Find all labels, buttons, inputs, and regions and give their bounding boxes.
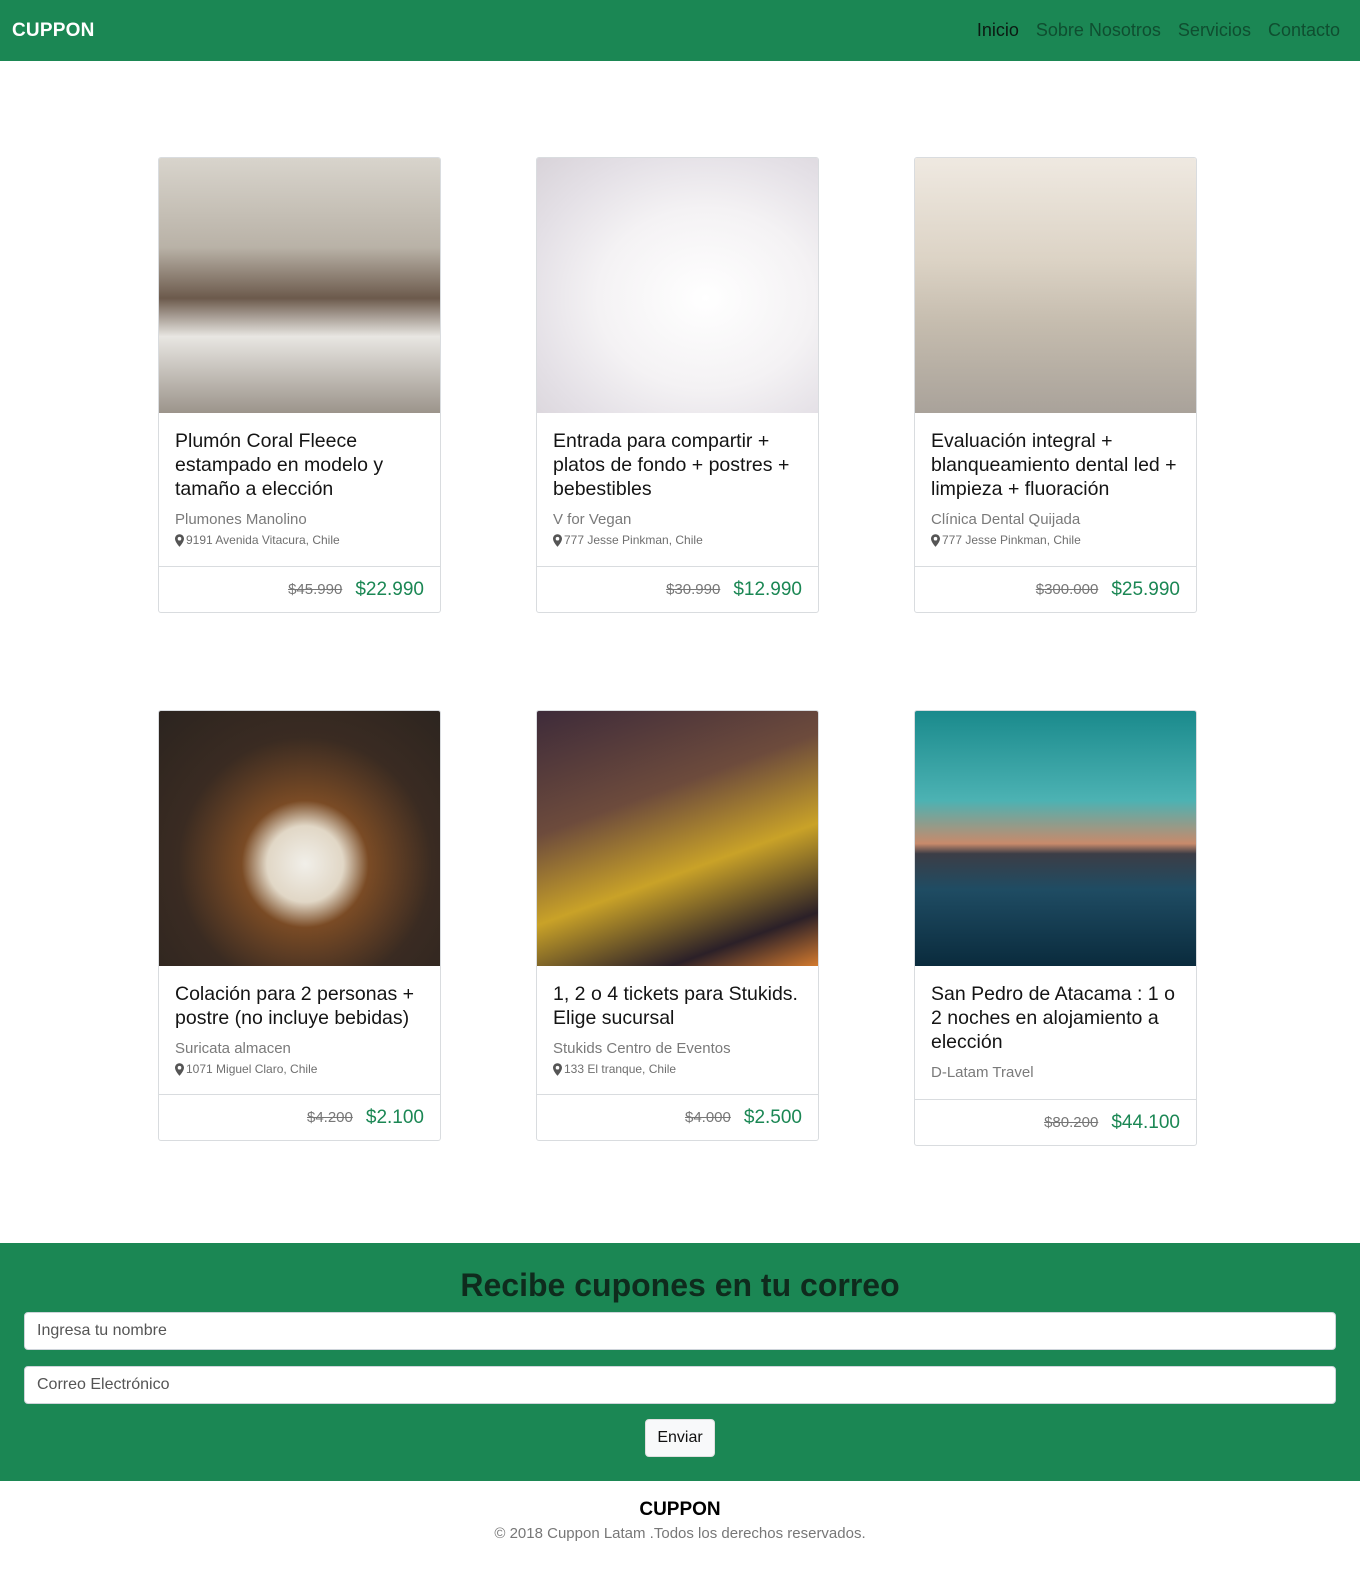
card-title[interactable]: Entrada para compartir + platos de fondo… — [553, 429, 802, 501]
card-location-text: 133 El tranque, Chile — [564, 1062, 677, 1076]
navbar: CUPPON Inicio Sobre Nosotros Servicios C… — [0, 0, 1360, 61]
coupon-card[interactable]: Evaluación integral + blanqueamiento den… — [914, 157, 1197, 613]
coupon-card[interactable]: 1, 2 o 4 tickets para Stukids. Elige suc… — [536, 710, 819, 1141]
new-price: $12.990 — [733, 578, 802, 600]
new-price: $22.990 — [355, 578, 424, 600]
card-body: Entrada para compartir + platos de fondo… — [537, 413, 818, 559]
subscribe-title: Recibe cupones en tu correo — [460, 1267, 900, 1303]
nav-link-contacto[interactable]: Contacto — [1268, 20, 1340, 41]
card-location-text: 1071 Miguel Claro, Chile — [186, 1062, 318, 1076]
map-pin-icon — [175, 533, 184, 547]
card-footer: $30.990 $12.990 — [537, 566, 818, 612]
new-price: $2.100 — [365, 1106, 424, 1128]
card-vendor: Stukids Centro de Eventos — [553, 1040, 731, 1057]
card-vendor: Clínica Dental Quijada — [931, 511, 1081, 528]
old-price: $45.990 — [288, 581, 343, 598]
coupon-card[interactable]: San Pedro de Atacama : 1 o 2 noches en a… — [914, 710, 1197, 1146]
old-price: $80.200 — [1044, 1114, 1099, 1131]
coupon-card[interactable]: Colación para 2 personas + postre (no in… — [158, 710, 441, 1141]
map-pin-icon — [553, 1062, 562, 1076]
card-vendor: D-Latam Travel — [931, 1064, 1034, 1081]
coupon-card[interactable]: Entrada para compartir + platos de fondo… — [536, 157, 819, 613]
card-title[interactable]: Plumón Coral Fleece estampado en modelo … — [175, 429, 424, 501]
nav-link-sobre-nosotros[interactable]: Sobre Nosotros — [1036, 20, 1161, 41]
send-button[interactable]: Enviar — [645, 1419, 715, 1457]
card-image-atacama-lake[interactable] — [915, 711, 1196, 966]
subscribe-section: Recibe cupones en tu correo Enviar — [0, 1243, 1360, 1481]
card-footer: $4.000 $2.500 — [537, 1094, 818, 1140]
card-body: San Pedro de Atacama : 1 o 2 noches en a… — [915, 966, 1196, 1093]
card-body: Plumón Coral Fleece estampado en modelo … — [159, 413, 440, 559]
name-input[interactable] — [24, 1312, 1336, 1350]
old-price: $4.000 — [684, 1109, 731, 1126]
card-title[interactable]: 1, 2 o 4 tickets para Stukids. Elige suc… — [553, 982, 802, 1030]
card-image-dental-office[interactable] — [915, 158, 1196, 413]
card-body: Colación para 2 personas + postre (no in… — [159, 966, 440, 1088]
card-location-text: 777 Jesse Pinkman, Chile — [942, 533, 1081, 547]
card-body: Evaluación integral + blanqueamiento den… — [915, 413, 1196, 559]
card-location: 9191 Avenida Vitacura, Chile — [175, 533, 424, 547]
card-image-salmon-dish[interactable] — [537, 158, 818, 413]
card-image-salad-plate[interactable] — [159, 711, 440, 966]
map-pin-icon — [553, 533, 562, 547]
footer-brand: CUPPON — [639, 1499, 721, 1520]
card-location-text: 777 Jesse Pinkman, Chile — [564, 533, 703, 547]
new-price: $25.990 — [1111, 578, 1180, 600]
card-location: 1071 Miguel Claro, Chile — [175, 1062, 424, 1076]
footer-copyright: © 2018 Cuppon Latam .Todos los derechos … — [494, 1525, 866, 1542]
old-price: $30.990 — [666, 581, 721, 598]
card-vendor: Suricata almacen — [175, 1040, 291, 1057]
card-vendor: V for Vegan — [553, 511, 632, 528]
card-location: 777 Jesse Pinkman, Chile — [931, 533, 1180, 547]
card-image-roller-coaster[interactable] — [537, 711, 818, 966]
card-body: 1, 2 o 4 tickets para Stukids. Elige suc… — [537, 966, 818, 1088]
card-image-bedroom[interactable] — [159, 158, 440, 413]
map-pin-icon — [175, 1062, 184, 1076]
brand-logo[interactable]: CUPPON — [12, 20, 95, 42]
nav-link-servicios[interactable]: Servicios — [1178, 20, 1251, 41]
card-vendor: Plumones Manolino — [175, 511, 307, 528]
card-title[interactable]: Colación para 2 personas + postre (no in… — [175, 982, 424, 1030]
new-price: $2.500 — [743, 1106, 802, 1128]
old-price: $300.000 — [1035, 581, 1099, 598]
old-price: $4.200 — [306, 1109, 353, 1126]
card-title[interactable]: San Pedro de Atacama : 1 o 2 noches en a… — [931, 982, 1180, 1054]
card-footer: $300.000 $25.990 — [915, 566, 1196, 612]
card-footer: $4.200 $2.100 — [159, 1094, 440, 1140]
card-footer: $80.200 $44.100 — [915, 1099, 1196, 1145]
coupon-card[interactable]: Plumón Coral Fleece estampado en modelo … — [158, 157, 441, 613]
nav-links: Inicio Sobre Nosotros Servicios Contacto — [977, 20, 1340, 41]
email-input[interactable] — [24, 1366, 1336, 1404]
card-footer: $45.990 $22.990 — [159, 566, 440, 612]
footer: CUPPON © 2018 Cuppon Latam .Todos los de… — [0, 1481, 1360, 1576]
nav-link-inicio[interactable]: Inicio — [977, 20, 1019, 41]
card-location: 133 El tranque, Chile — [553, 1062, 802, 1076]
card-title[interactable]: Evaluación integral + blanqueamiento den… — [931, 429, 1180, 501]
card-location-text: 9191 Avenida Vitacura, Chile — [186, 533, 340, 547]
card-location: 777 Jesse Pinkman, Chile — [553, 533, 802, 547]
new-price: $44.100 — [1111, 1111, 1180, 1133]
map-pin-icon — [931, 533, 940, 547]
